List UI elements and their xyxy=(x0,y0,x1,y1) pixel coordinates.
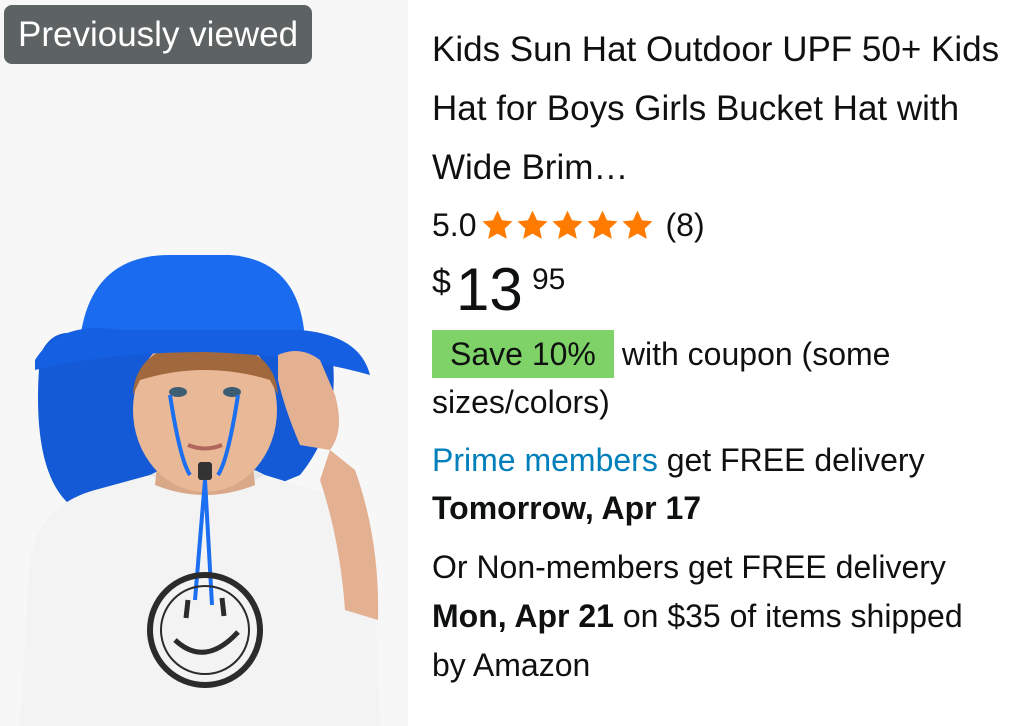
nonmember-delivery-prefix: Or Non-members get FREE delivery xyxy=(432,549,946,585)
product-details: Kids Sun Hat Outdoor UPF 50+ Kids Hat fo… xyxy=(432,20,1002,690)
prime-delivery-text: get FREE delivery xyxy=(657,442,925,478)
rating-value: 5.0 xyxy=(432,206,477,243)
product-image-panel[interactable]: Previously viewed xyxy=(0,0,408,726)
product-title[interactable]: Kids Sun Hat Outdoor UPF 50+ Kids Hat fo… xyxy=(432,20,1002,197)
star-icon xyxy=(552,210,584,239)
nonmember-delivery: Or Non-members get FREE delivery Mon, Ap… xyxy=(432,543,1002,690)
nonmember-delivery-date: Mon, Apr 21 xyxy=(432,598,614,634)
coupon-row: Save 10% with coupon (some sizes/colors) xyxy=(432,330,1002,426)
star-icon xyxy=(482,210,514,239)
price-whole: 13 xyxy=(456,256,523,323)
prime-delivery-date: Tomorrow, Apr 17 xyxy=(432,490,702,526)
prime-delivery: Prime members get FREE delivery Tomorrow… xyxy=(432,436,1002,532)
star-rating[interactable] xyxy=(480,208,655,243)
review-count[interactable]: (8) xyxy=(665,207,704,244)
product-image[interactable] xyxy=(0,0,408,726)
price: $ 13 95 xyxy=(432,257,1002,325)
rating-row[interactable]: 5.0 (8) xyxy=(432,201,1002,249)
price-currency-symbol: $ xyxy=(432,263,451,301)
previously-viewed-badge: Previously viewed xyxy=(4,5,313,64)
star-icon xyxy=(622,210,654,239)
coupon-badge[interactable]: Save 10% xyxy=(432,330,614,378)
star-icon xyxy=(517,210,549,239)
star-icon xyxy=(587,210,619,239)
price-fraction: 95 xyxy=(532,263,566,296)
prime-members-link[interactable]: Prime members xyxy=(432,442,658,478)
